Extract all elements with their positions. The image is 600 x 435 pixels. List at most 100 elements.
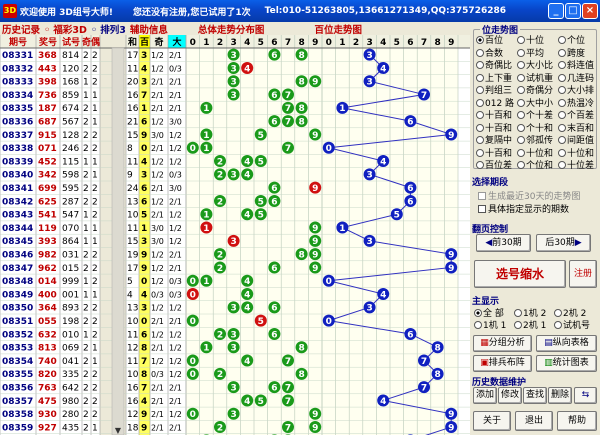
position-option[interactable]: 试机重 [517,71,553,84]
row-prize: 763 [38,384,57,394]
main-display-option[interactable]: 试机号 [554,318,590,331]
overall-ball-label: 3 [230,237,236,247]
position-option[interactable]: 复隔中 [476,133,512,146]
row-trial: 435 [62,423,79,433]
row-period: 08349 [2,290,33,300]
stats-chart-button[interactable]: ▥统计图表 [536,355,597,372]
row-oddeven: 1/2 [151,251,164,260]
position-option[interactable]: 十百和 [476,121,512,134]
pailie3-option[interactable]: ◦ 排列3 [91,22,126,36]
hundreds-ball-label: 3 [366,171,372,181]
fucai-3d-option[interactable]: ◦ 福彩3D [44,22,87,36]
arrange-button[interactable]: ▣排兵布阵 [473,355,532,372]
position-option[interactable]: 个十和 [517,121,553,134]
position-option[interactable]: 奇偶比 [476,58,512,71]
position-option[interactable]: 个位和 [517,158,553,171]
radio-icon [558,136,566,144]
row-bigsmall: 3/0 [169,184,182,193]
position-option[interactable]: 十百和 [476,108,512,121]
position-option[interactable]: 平均 [517,46,544,59]
overall-ball-label: 6 [271,91,277,101]
close-button[interactable]: × [582,3,598,19]
position-option[interactable]: 大中小 [517,96,553,109]
help-button[interactable]: 帮助 [557,411,597,431]
register-button[interactable]: 注册 [569,260,597,288]
overall-ball-label: 5 [258,317,264,327]
position-option[interactable]: 跨度 [558,46,585,59]
next-30-button[interactable]: 后30期▶ [536,234,591,252]
edit-button[interactable]: 修改 [498,387,522,404]
position-option[interactable]: 间距值 [558,133,594,146]
position-option-label: 复隔中 [485,136,513,146]
minimize-button[interactable]: _ [548,3,564,19]
delete-button[interactable]: 删除 [548,387,572,404]
vertical-table-button[interactable]: ▤纵向表格 [536,335,597,352]
position-option[interactable]: 斜连值 [558,58,594,71]
position-option-label: 几连码 [567,73,595,84]
period-specific-label: 具体指定显示的期数 [488,205,570,215]
row-trial: 598 [62,171,79,181]
row-sum: 5 [127,277,133,287]
position-option[interactable]: 大小排 [558,83,594,96]
row-oddeven: 3/0 [151,131,164,140]
position-option[interactable]: 热温冷 [558,96,594,109]
radio-icon [517,123,525,132]
add-button[interactable]: 添加 [473,387,497,404]
overall-ball-label: 8 [298,117,304,127]
period-recent-checkbox[interactable]: 生成最近30天的走势图 [478,189,580,202]
position-option[interactable]: 个位 [558,33,585,46]
position-option[interactable]: 十位和 [517,146,553,159]
position-option[interactable]: 十位和 [558,146,594,159]
position-option[interactable]: 判组三 [476,83,512,96]
position-option[interactable]: 奇偶分 [517,83,553,96]
position-option[interactable]: 个十差 [517,108,553,121]
group-analysis-button[interactable]: ▦分组分析 [473,335,532,352]
row-oddeven: 2/1 [151,91,164,100]
position-option[interactable]: 012 路 [476,96,514,109]
shuffle-icon[interactable]: ⇆ [574,387,597,404]
find-button[interactable]: 查找 [523,387,547,404]
row-oddeven: 2/1 [151,104,164,113]
prev-30-label: 前30期 [492,238,522,248]
position-option[interactable]: 末百和 [558,121,594,134]
position-option[interactable]: 合数 [476,46,503,59]
prev-30-button[interactable]: ◀前30期 [476,234,531,252]
radio-icon [517,136,525,144]
row-prize: 014 [38,277,57,287]
main-display-option[interactable]: 2机 1 [514,318,546,331]
position-option[interactable]: 十百和 [476,146,512,159]
history-menu[interactable]: 历史记录 [2,22,40,36]
row-hundred: 9 [141,251,147,261]
period-specific-checkbox[interactable]: 具体指定显示的期数 [478,202,569,215]
shrink-button[interactable]: 选号缩水 [474,260,566,288]
radio-icon [476,111,484,119]
main-display-option[interactable]: 1机 1 [474,318,506,331]
position-option[interactable]: 几连码 [558,71,594,84]
row-even: 1 [92,118,98,128]
position-option[interactable]: 个百差 [558,108,594,121]
position-option[interactable]: 十位差 [558,158,594,171]
row-prize: 625 [38,197,57,207]
row-even: 2 [92,304,98,314]
position-option[interactable]: 百位 [476,33,503,46]
overall-ball-label: 0 [190,277,196,287]
maximize-button[interactable]: □ [565,3,581,19]
row-hundred: 0 [141,277,147,287]
overall-ball-label: 2 [217,330,223,340]
radio-icon [517,48,525,57]
row-sum: 11 [127,224,138,234]
row-hundred: 3 [141,171,147,181]
position-option-label: 合数 [485,48,504,59]
row-even: 2 [92,144,98,154]
position-option[interactable]: 十位 [517,33,544,46]
position-option[interactable]: 百位差 [476,158,512,171]
overall-ball-label: 0 [190,370,196,380]
exit-button[interactable]: 退出 [515,411,553,431]
position-option[interactable]: 邻孤传 [517,133,553,146]
row-period: 08334 [2,91,33,101]
position-option[interactable]: 上下重 [476,71,512,84]
about-button[interactable]: 关于 [473,411,511,431]
position-option[interactable]: 大小比 [517,58,553,71]
trend-grid: 期号 奖号 试号奇偶和百奇大 0 0 1 1 2 2 3 3 4 4 5 5 6 6 7 7 8 8 9 9 08331 368… [0,35,470,435]
row-oddeven: 1/2 [151,64,164,73]
